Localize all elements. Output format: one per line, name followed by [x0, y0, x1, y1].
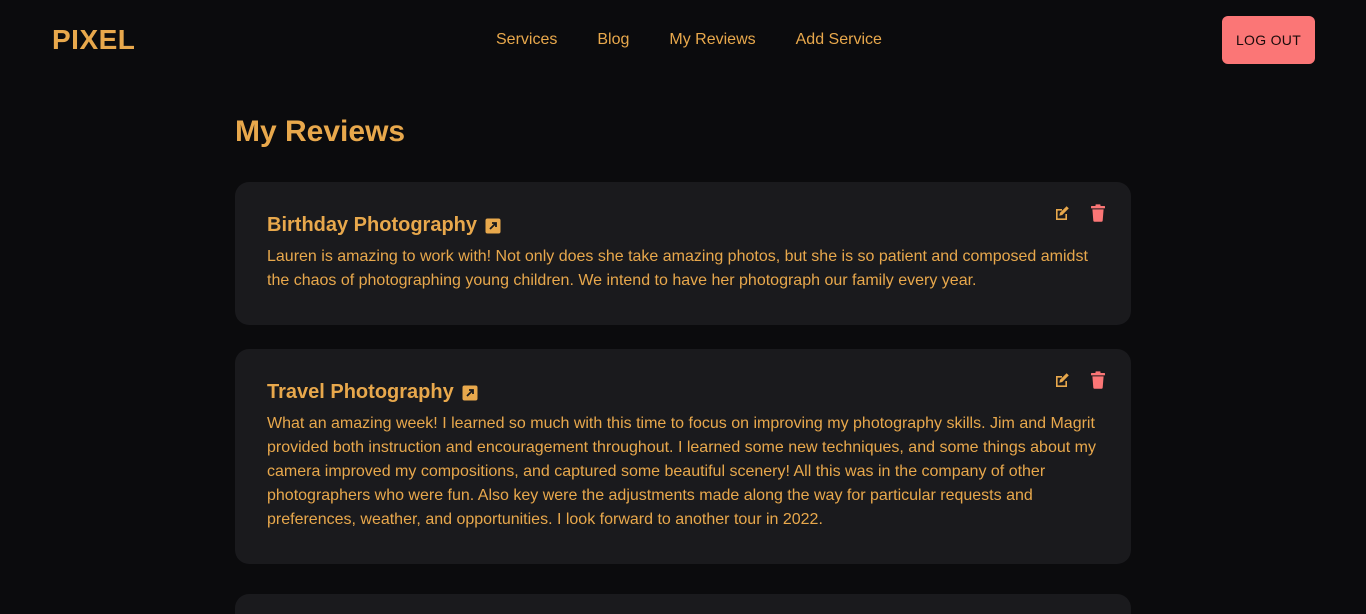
review-text: What an amazing week! I learned so much … — [267, 415, 1096, 528]
edit-icon[interactable] — [1053, 204, 1071, 222]
review-actions — [1053, 371, 1107, 389]
edit-icon[interactable] — [1053, 371, 1071, 389]
review-card-partial — [235, 594, 1131, 614]
review-title-row: Birthday Photography — [267, 214, 1099, 237]
review-service-title[interactable]: Travel Photography — [267, 381, 454, 404]
review-service-title[interactable]: Birthday Photography — [267, 214, 477, 237]
logout-button[interactable]: LOG OUT — [1222, 16, 1315, 64]
trash-icon[interactable] — [1089, 371, 1107, 389]
review-card: Travel Photography What an amazing week!… — [235, 349, 1131, 564]
external-link-icon[interactable] — [485, 218, 501, 234]
nav-link-services[interactable]: Services — [496, 31, 557, 49]
review-card: Birthday Photography Lauren is amazing t… — [235, 182, 1131, 325]
brand-logo[interactable]: PIXEL — [52, 24, 135, 56]
nav-link-add-service[interactable]: Add Service — [796, 31, 882, 49]
review-text: Lauren is amazing to work with! Not only… — [267, 248, 1088, 289]
nav-link-my-reviews[interactable]: My Reviews — [669, 31, 755, 49]
review-title-row: Travel Photography — [267, 381, 1099, 404]
review-actions — [1053, 204, 1107, 222]
main-content: My Reviews Birthday Photography Lauren i… — [235, 112, 1131, 588]
nav-link-blog[interactable]: Blog — [597, 31, 629, 49]
navbar: PIXEL Services Blog My Reviews Add Servi… — [0, 0, 1366, 84]
page-title: My Reviews — [235, 115, 406, 148]
trash-icon[interactable] — [1089, 204, 1107, 222]
nav-links: Services Blog My Reviews Add Service — [496, 31, 882, 49]
external-link-icon[interactable] — [462, 385, 478, 401]
